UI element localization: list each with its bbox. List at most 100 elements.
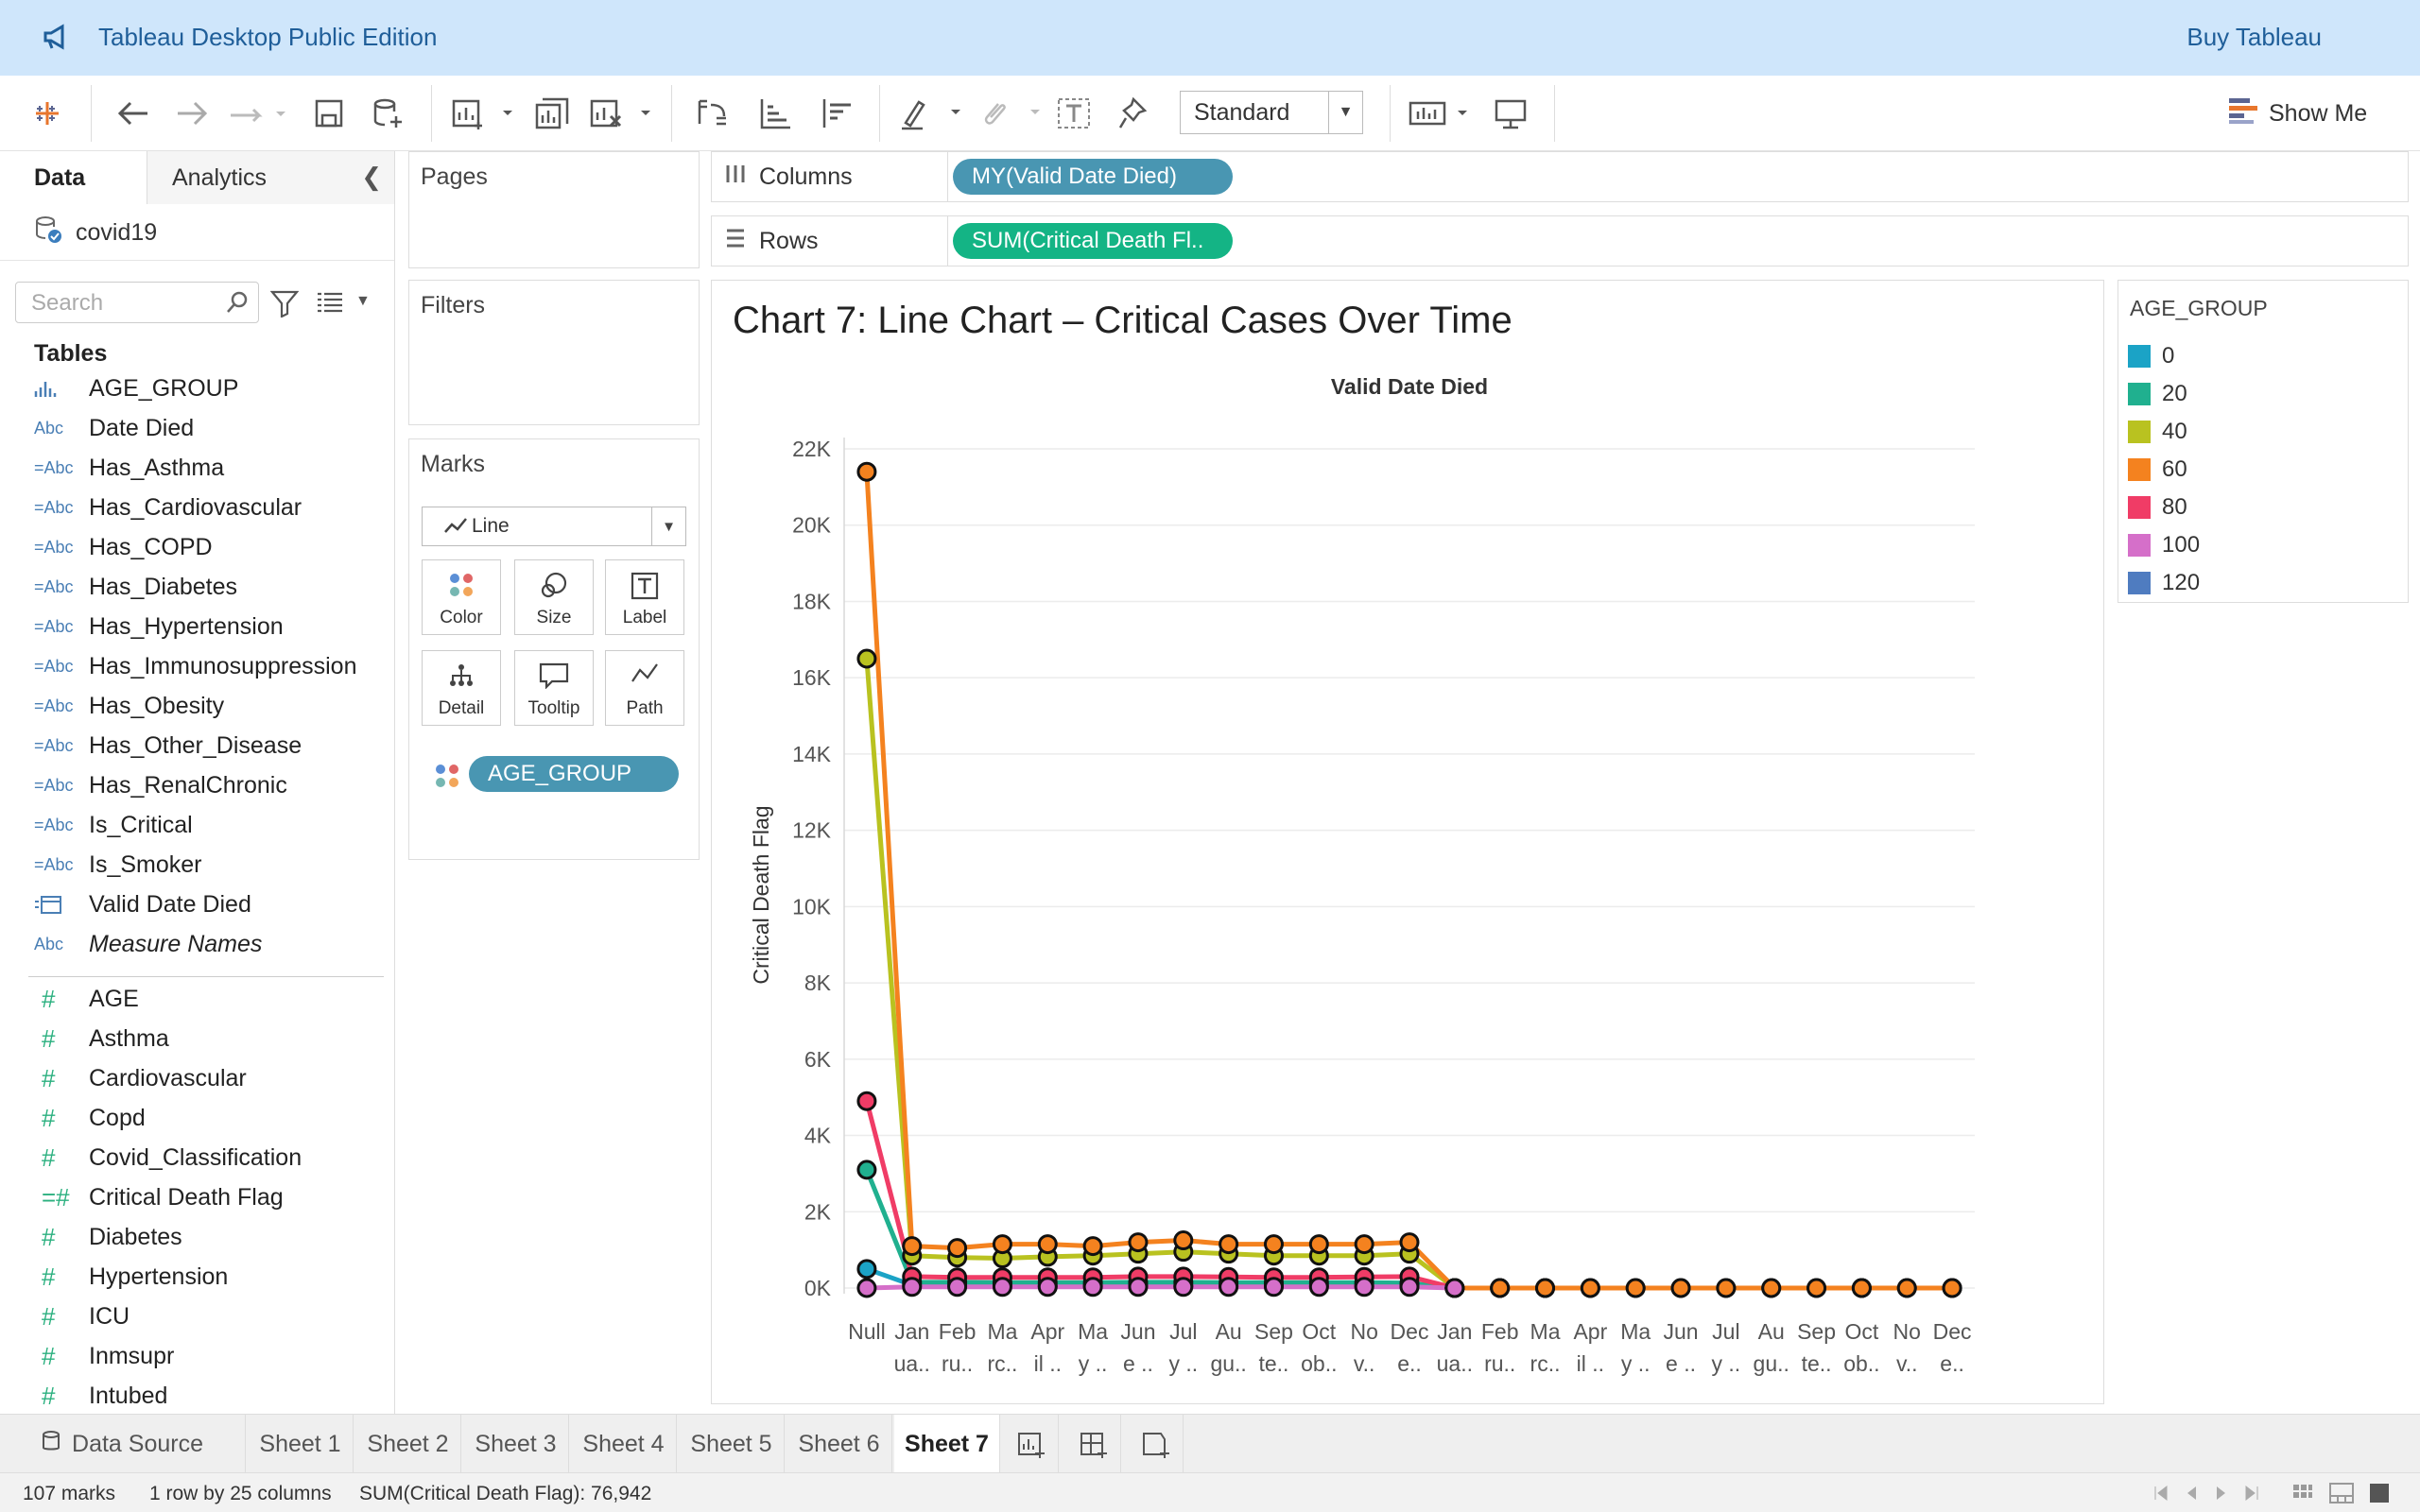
- legend-item[interactable]: 80: [2128, 489, 2187, 526]
- search-icon[interactable]: [226, 290, 249, 321]
- dimension-field[interactable]: =Abc Is_Critical: [0, 805, 394, 845]
- forward-icon[interactable]: [170, 93, 216, 134]
- mark-type-select[interactable]: Line ▼: [422, 507, 686, 546]
- sort-ascending-icon[interactable]: [752, 93, 798, 134]
- columns-pill[interactable]: MY(Valid Date Died): [953, 159, 1233, 195]
- fit-select[interactable]: Standard ▼: [1180, 91, 1363, 134]
- new-story-tab-icon[interactable]: [1129, 1415, 1184, 1473]
- color-button[interactable]: Color: [422, 559, 501, 635]
- duplicate-sheet-icon[interactable]: [531, 93, 573, 134]
- list-view-icon[interactable]: [316, 291, 344, 318]
- dimension-field[interactable]: =Abc Has_Cardiovascular: [0, 488, 394, 527]
- rows-pill[interactable]: SUM(Critical Death Fl..: [953, 223, 1233, 259]
- measure-field[interactable]: =# Critical Death Flag: [0, 1177, 394, 1217]
- x-tick-label: Jul: [1169, 1319, 1197, 1344]
- sheet-tab[interactable]: Sheet 6: [786, 1415, 892, 1473]
- new-worksheet-icon[interactable]: [450, 93, 516, 134]
- sheet-tab[interactable]: Sheet 2: [355, 1415, 461, 1473]
- legend-item[interactable]: 40: [2128, 413, 2187, 451]
- last-page-icon[interactable]: [2242, 1485, 2261, 1507]
- tab-data[interactable]: Data: [0, 151, 147, 204]
- legend-item[interactable]: 60: [2128, 451, 2187, 489]
- measure-field[interactable]: # AGE: [0, 979, 394, 1019]
- dimension-field[interactable]: =Abc Has_Asthma: [0, 448, 394, 488]
- fit-width-icon[interactable]: [1409, 93, 1475, 134]
- color-encoding-pill[interactable]: AGE_GROUP: [469, 756, 679, 792]
- dimension-field[interactable]: =Abc Has_COPD: [0, 527, 394, 567]
- filter-icon[interactable]: [269, 289, 300, 322]
- size-button[interactable]: Size: [514, 559, 594, 635]
- group-members-icon[interactable]: [977, 93, 1044, 134]
- measure-field[interactable]: # Covid_Classification: [0, 1138, 394, 1177]
- dimension-field[interactable]: AGE_GROUP: [0, 369, 394, 408]
- pages-card[interactable]: Pages: [408, 151, 700, 268]
- legend-item[interactable]: 0: [2128, 337, 2174, 375]
- chevron-down-icon[interactable]: ▼: [1328, 92, 1362, 133]
- detail-button[interactable]: Detail: [422, 650, 501, 726]
- sheet-sorter-icon[interactable]: [2291, 1483, 2314, 1509]
- dimension-field[interactable]: Valid Date Died: [0, 885, 394, 924]
- highlight-icon[interactable]: [898, 93, 964, 134]
- string-type-icon: =Abc: [34, 576, 74, 596]
- data-point-0: [856, 1259, 877, 1280]
- measure-field[interactable]: # Intubed: [0, 1376, 394, 1414]
- measure-field[interactable]: # Cardiovascular: [0, 1058, 394, 1098]
- sheet-tab[interactable]: Sheet 3: [463, 1415, 569, 1473]
- tabs-view-icon[interactable]: [2369, 1483, 2390, 1509]
- filters-card[interactable]: Filters: [408, 280, 700, 425]
- chevron-down-icon[interactable]: ▼: [651, 507, 685, 545]
- legend-item[interactable]: 20: [2128, 375, 2187, 413]
- clear-sheet-icon[interactable]: [588, 93, 654, 134]
- measure-field[interactable]: # Asthma: [0, 1019, 394, 1058]
- chevron-down-icon[interactable]: ▼: [355, 293, 371, 310]
- sort-descending-icon[interactable]: [815, 93, 860, 134]
- legend-item[interactable]: 120: [2128, 564, 2200, 602]
- status-sum: SUM(Critical Death Flag): 76,942: [359, 1483, 652, 1504]
- next-page-icon[interactable]: [2214, 1485, 2229, 1507]
- new-worksheet-tab-icon[interactable]: [1004, 1415, 1059, 1473]
- measure-field[interactable]: # ICU: [0, 1297, 394, 1336]
- new-dashboard-tab-icon[interactable]: [1066, 1415, 1121, 1473]
- tooltip-button[interactable]: Tooltip: [514, 650, 594, 726]
- sheet-tab[interactable]: Sheet 4: [571, 1415, 677, 1473]
- data-source-tab[interactable]: Data Source: [0, 1415, 246, 1473]
- measure-field[interactable]: # Diabetes: [0, 1217, 394, 1257]
- show-mark-labels-icon[interactable]: [1055, 93, 1093, 134]
- tab-analytics[interactable]: Analytics: [147, 151, 394, 204]
- measure-field[interactable]: # Inmsupr: [0, 1336, 394, 1376]
- presentation-mode-icon[interactable]: [1490, 93, 1531, 134]
- dimension-field[interactable]: =Abc Has_Diabetes: [0, 567, 394, 607]
- redo-dropdown-icon[interactable]: [225, 93, 291, 134]
- first-page-icon[interactable]: [2152, 1485, 2170, 1507]
- swap-rows-columns-icon[interactable]: [690, 93, 735, 134]
- buy-tableau-link[interactable]: Buy Tableau: [2187, 23, 2322, 52]
- dimension-field[interactable]: =Abc Has_Other_Disease: [0, 726, 394, 765]
- dimension-field[interactable]: =Abc Is_Smoker: [0, 845, 394, 885]
- measure-field[interactable]: # Hypertension: [0, 1257, 394, 1297]
- legend-item[interactable]: 100: [2128, 526, 2200, 564]
- dimension-field[interactable]: =Abc Has_Obesity: [0, 686, 394, 726]
- y-tick-label: 22K: [792, 437, 832, 461]
- pin-axes-icon[interactable]: [1114, 93, 1151, 134]
- prev-page-icon[interactable]: [2184, 1485, 2199, 1507]
- filmstrip-icon[interactable]: [2329, 1483, 2354, 1509]
- save-icon[interactable]: [308, 93, 350, 134]
- dimension-field[interactable]: =Abc Has_Immunosuppression: [0, 646, 394, 686]
- dimension-field[interactable]: Abc Date Died: [0, 408, 394, 448]
- data-source-item[interactable]: covid19: [34, 215, 157, 249]
- collapse-pane-icon[interactable]: ❮: [361, 163, 382, 192]
- new-data-source-icon[interactable]: [367, 93, 408, 134]
- show-me-button[interactable]: Show Me: [2227, 94, 2367, 132]
- dimension-field[interactable]: =Abc Has_Hypertension: [0, 607, 394, 646]
- sheet-tab[interactable]: Sheet 1: [248, 1415, 354, 1473]
- dimension-field[interactable]: Abc Measure Names: [0, 924, 394, 964]
- label-button[interactable]: Label: [605, 559, 684, 635]
- dimension-field[interactable]: =Abc Has_RenalChronic: [0, 765, 394, 805]
- measure-field[interactable]: # Copd: [0, 1098, 394, 1138]
- sheet-tab[interactable]: Sheet 7: [894, 1415, 1000, 1473]
- sheet-tab[interactable]: Sheet 5: [679, 1415, 785, 1473]
- search-input[interactable]: [31, 290, 220, 317]
- path-button[interactable]: Path: [605, 650, 684, 726]
- tableau-logo-icon[interactable]: [26, 93, 68, 134]
- back-icon[interactable]: [110, 93, 155, 134]
